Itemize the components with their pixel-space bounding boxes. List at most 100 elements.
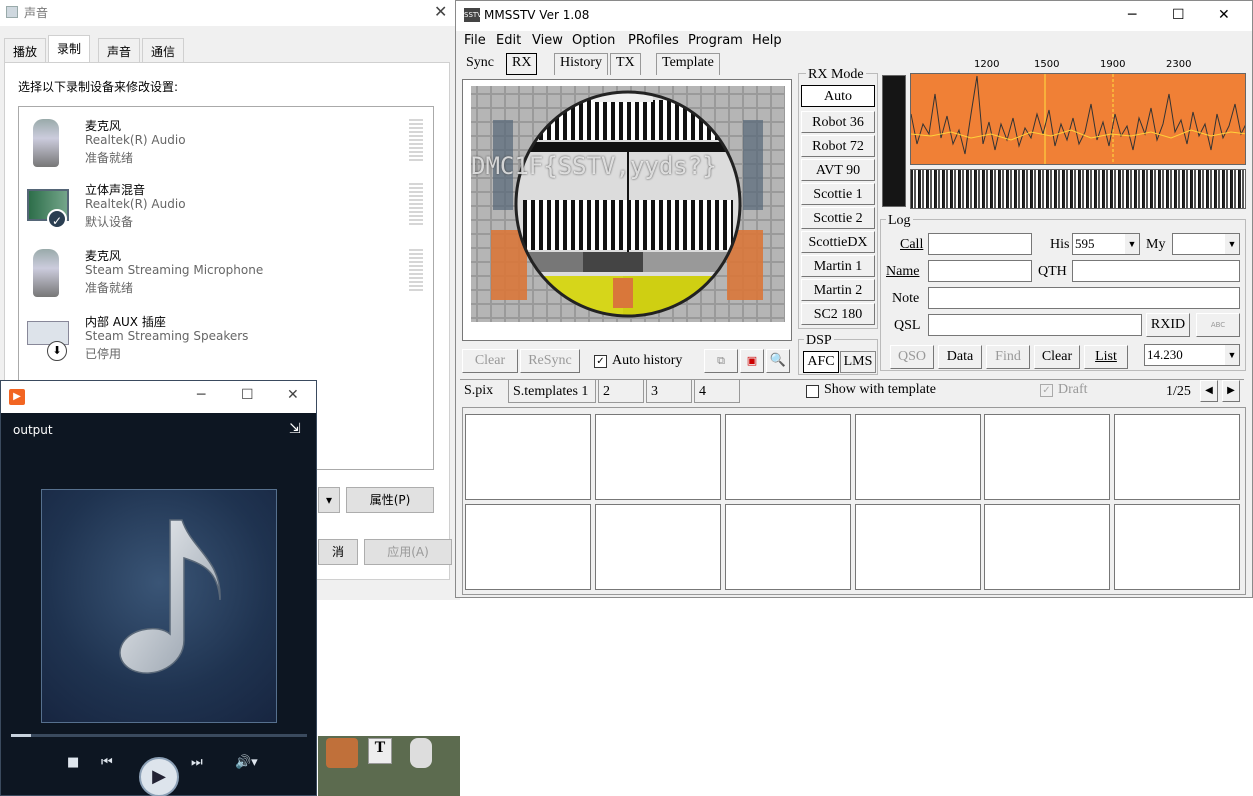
thumbnail-slot[interactable] bbox=[984, 504, 1110, 590]
note-input[interactable] bbox=[928, 287, 1240, 309]
mode-button-sc2-180[interactable]: SC2 180 bbox=[801, 303, 875, 325]
desktop-background: T bbox=[318, 736, 460, 796]
show-with-template-checkbox[interactable] bbox=[806, 385, 819, 398]
list-item[interactable]: 麦克风 Realtek(R) Audio 准备就绪 bbox=[19, 111, 433, 175]
text-app-icon[interactable]: T bbox=[368, 738, 392, 764]
disabled-arrow-icon: ⬇ bbox=[47, 341, 67, 361]
tab-2[interactable]: 2 bbox=[598, 379, 644, 403]
resync-button[interactable]: ReSync bbox=[520, 349, 580, 373]
thumbnail-slot[interactable] bbox=[1114, 414, 1240, 500]
list-item[interactable]: 麦克风 Steam Streaming Microphone 准备就绪 bbox=[19, 241, 433, 305]
minimize-icon[interactable]: ─ bbox=[1128, 7, 1136, 23]
tab-history[interactable]: History bbox=[554, 53, 608, 75]
thumbnail-slot[interactable] bbox=[984, 414, 1110, 500]
lms-button[interactable]: LMS bbox=[840, 351, 876, 373]
tab-template[interactable]: Template bbox=[656, 53, 720, 75]
mode-button-scottie-2[interactable]: Scottie 2 bbox=[801, 207, 875, 229]
next-page-icon[interactable]: ▶ bbox=[1222, 380, 1240, 402]
rxid-button[interactable]: RXID bbox=[1146, 313, 1190, 337]
previous-icon[interactable]: ⏮ bbox=[101, 755, 113, 770]
my-select[interactable]: ▼ bbox=[1172, 233, 1240, 255]
tab-3[interactable]: 3 bbox=[646, 379, 692, 403]
qth-input[interactable] bbox=[1072, 260, 1240, 282]
maximize-icon[interactable]: ☐ bbox=[1172, 7, 1185, 23]
tab-playback[interactable]: 播放 bbox=[4, 38, 47, 62]
list-button[interactable]: List bbox=[1084, 345, 1128, 369]
menu-profiles[interactable]: PRofiles bbox=[628, 33, 679, 48]
volume-icon[interactable]: 🔊▾ bbox=[235, 755, 258, 770]
properties-button[interactable]: 属性(P) bbox=[346, 487, 434, 513]
mmsstv-app-icon: SSTV bbox=[464, 8, 482, 22]
tab-rx[interactable]: RX bbox=[506, 53, 538, 75]
clear-image-button[interactable]: Clear bbox=[462, 349, 518, 373]
call-input[interactable] bbox=[928, 233, 1032, 255]
set-default-dropdown[interactable]: ▾ bbox=[318, 487, 340, 513]
close-icon[interactable]: ✕ bbox=[1218, 7, 1230, 23]
mode-button-scottie-1[interactable]: Scottie 1 bbox=[801, 183, 875, 205]
thumbnail-slot[interactable] bbox=[595, 414, 721, 500]
auto-history-checkbox[interactable]: ✓ bbox=[594, 355, 607, 368]
thumbnail-slot[interactable] bbox=[855, 414, 981, 500]
thumbnail-slot[interactable] bbox=[465, 504, 591, 590]
frequency-select[interactable]: 14.230 ▼ bbox=[1144, 344, 1240, 366]
prev-page-icon[interactable]: ◀ bbox=[1200, 380, 1218, 402]
mode-button-martin-2[interactable]: Martin 2 bbox=[801, 279, 875, 301]
menu-view[interactable]: View bbox=[532, 33, 563, 48]
cancel-button[interactable]: 消 bbox=[318, 539, 358, 565]
thumbnail-slot[interactable] bbox=[465, 414, 591, 500]
mode-button-avt-90[interactable]: AVT 90 bbox=[801, 159, 875, 181]
seek-bar[interactable] bbox=[11, 734, 307, 737]
thumbnail-slot[interactable] bbox=[725, 504, 851, 590]
close-icon[interactable]: ✕ bbox=[287, 387, 299, 403]
menu-program[interactable]: Program bbox=[688, 33, 743, 48]
afc-button[interactable]: AFC bbox=[803, 351, 839, 373]
copy-icon[interactable]: ⧉ bbox=[704, 349, 738, 373]
thumbnail-slot[interactable] bbox=[725, 414, 851, 500]
list-item[interactable]: ⬇ 内部 AUX 插座 Steam Streaming Speakers 已停用 bbox=[19, 307, 433, 371]
thumbnail-slot[interactable] bbox=[1114, 504, 1240, 590]
mode-button-scottiedx[interactable]: ScottieDX bbox=[801, 231, 875, 253]
menu-edit[interactable]: Edit bbox=[496, 33, 521, 48]
zoom-search-icon[interactable]: 🔍 bbox=[766, 349, 790, 373]
next-icon[interactable]: ⏭ bbox=[191, 755, 203, 770]
maximize-icon[interactable]: ☐ bbox=[241, 387, 254, 403]
miniplayer-icon[interactable]: ⇲ bbox=[289, 421, 301, 437]
menu-file[interactable]: File bbox=[464, 33, 486, 48]
tab-recording[interactable]: 录制 bbox=[48, 35, 91, 63]
qsl-input[interactable] bbox=[928, 314, 1142, 336]
apply-button[interactable]: 应用(A) bbox=[364, 539, 452, 565]
minimize-icon[interactable]: ─ bbox=[197, 387, 205, 403]
close-icon[interactable]: ✕ bbox=[434, 2, 447, 21]
abc-icon[interactable]: ABC bbox=[1196, 313, 1240, 337]
tab-communications[interactable]: 通信 bbox=[142, 38, 185, 62]
stop-icon[interactable]: ■ bbox=[67, 755, 79, 770]
play-button[interactable]: ▶ bbox=[139, 757, 179, 796]
menu-option[interactable]: Option bbox=[572, 33, 615, 48]
tab-4[interactable]: 4 bbox=[694, 379, 740, 403]
mode-button-robot-36[interactable]: Robot 36 bbox=[801, 111, 875, 133]
thumbnail-slot[interactable] bbox=[595, 504, 721, 590]
thumbnail-slot[interactable] bbox=[855, 504, 981, 590]
his-select[interactable]: 595 ▼ bbox=[1072, 233, 1140, 255]
clear-log-button[interactable]: Clear bbox=[1034, 345, 1080, 369]
list-item[interactable]: ✓ 立体声混音 Realtek(R) Audio 默认设备 bbox=[19, 175, 433, 239]
mode-button-robot-72[interactable]: Robot 72 bbox=[801, 135, 875, 157]
draft-checkbox[interactable]: ✓ bbox=[1040, 384, 1053, 397]
device-status: 准备就绪 bbox=[85, 281, 134, 295]
mode-button-auto[interactable]: Auto bbox=[801, 85, 875, 107]
menu-help[interactable]: Help bbox=[752, 33, 782, 48]
tab-spix[interactable]: S.pix bbox=[464, 383, 493, 399]
name-input[interactable] bbox=[928, 260, 1032, 282]
tab-tx[interactable]: TX bbox=[610, 53, 641, 75]
image-save-icon[interactable]: ▣ bbox=[740, 349, 764, 373]
data-button[interactable]: Data bbox=[938, 345, 982, 369]
mode-button-martin-1[interactable]: Martin 1 bbox=[801, 255, 875, 277]
tab-sync[interactable]: Sync bbox=[460, 53, 500, 75]
tab-sounds[interactable]: 声音 bbox=[98, 38, 141, 62]
qso-button[interactable]: QSO bbox=[890, 345, 934, 369]
desktop-app-icon[interactable] bbox=[326, 738, 358, 768]
desktop-app-icon[interactable] bbox=[410, 738, 432, 768]
device-status: 默认设备 bbox=[85, 215, 134, 229]
tab-stemplates-1[interactable]: S.templates 1 bbox=[508, 379, 596, 403]
find-button[interactable]: Find bbox=[986, 345, 1030, 369]
